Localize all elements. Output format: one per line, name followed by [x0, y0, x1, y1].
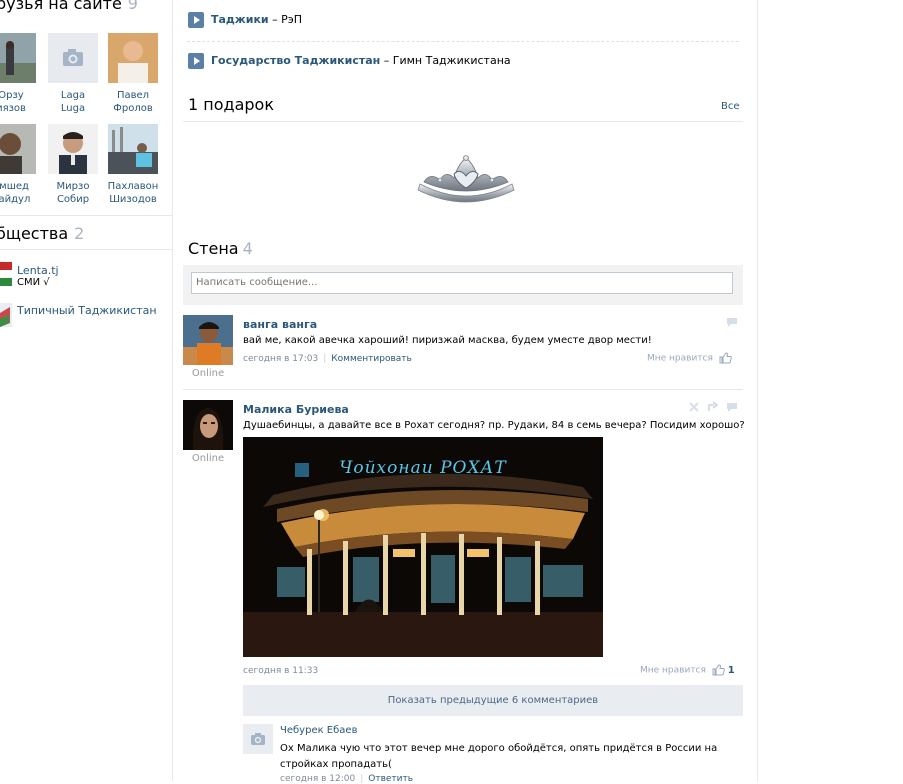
- share-icon[interactable]: [707, 401, 719, 412]
- tiara-icon[interactable]: [416, 150, 516, 210]
- friend-item[interactable]: Павел Фролов: [106, 33, 160, 115]
- comment-author[interactable]: Чебурек Ебаев: [280, 725, 357, 736]
- like-icon: [719, 352, 732, 364]
- reply-bubble-icon[interactable]: [726, 402, 738, 413]
- gifts-title[interactable]: 1 подарок: [188, 95, 274, 114]
- wall-count: 4: [242, 239, 253, 258]
- friends-online-count: 9: [127, 0, 138, 13]
- post-photo[interactable]: Чойхонаи РОХАТ: [243, 437, 603, 657]
- wall-post: Online ванга ванга вай ме, какой авечка …: [183, 315, 743, 385]
- lenta-logo-icon[interactable]: [0, 262, 12, 286]
- photo-sign-text: Чойхонаи РОХАТ: [339, 458, 507, 478]
- post-author[interactable]: ванга ванга: [243, 318, 317, 331]
- audio-title: Гимн Таджикистана: [392, 54, 511, 67]
- play-icon[interactable]: [188, 53, 204, 69]
- comment-link[interactable]: Комментировать: [331, 354, 412, 364]
- audio-title: РэП: [281, 13, 303, 26]
- friend-item[interactable]: Пахлавон Шизодов: [106, 124, 160, 206]
- like-button[interactable]: Мне нравится: [647, 352, 732, 364]
- avatar[interactable]: [108, 33, 158, 83]
- post-box: [183, 265, 743, 305]
- like-icon: [712, 664, 725, 676]
- post-text: Душаебинцы, а давайте все в Рохат сегодн…: [243, 420, 745, 431]
- audio-item[interactable]: Государство Таджикистан – Гимн Таджикист…: [188, 53, 511, 69]
- avatar[interactable]: [108, 124, 158, 174]
- post-text: вай ме, какой авечка хароший! пиризжай м…: [243, 335, 652, 346]
- column-divider: [172, 0, 173, 781]
- audio-artist[interactable]: Государство Таджикистан: [211, 54, 380, 67]
- camera-icon: [251, 733, 265, 745]
- community-item[interactable]: Типичный Таджикистан: [17, 304, 157, 317]
- comment-text: Ох Малика чую что этот вечер мне дорого …: [280, 743, 718, 770]
- divider: [187, 41, 739, 42]
- community-logo-icon[interactable]: [0, 303, 12, 327]
- communities-title[interactable]: бщества 2: [0, 224, 84, 243]
- divider: [0, 249, 172, 250]
- like-button[interactable]: Мне нравится 1: [640, 664, 735, 676]
- play-icon[interactable]: [188, 12, 204, 28]
- avatar[interactable]: [183, 315, 233, 365]
- friend-item[interactable]: амшед Байдул: [0, 124, 38, 206]
- post-author[interactable]: Малика Буриева: [243, 403, 349, 416]
- wall-title[interactable]: Стена 4: [188, 239, 253, 258]
- camera-placeholder-avatar[interactable]: [48, 33, 98, 83]
- like-count: 1: [727, 664, 735, 676]
- gifts-all-link[interactable]: Все: [721, 101, 740, 112]
- divider: [183, 389, 743, 390]
- communities-count: 2: [74, 224, 85, 243]
- friend-item[interactable]: Laga Luga: [46, 33, 100, 115]
- comment-meta: сегодня в 12:00 | Ответить: [280, 774, 414, 784]
- audio-artist[interactable]: Таджики: [211, 13, 269, 26]
- community-subtitle: СМИ √: [17, 277, 50, 288]
- post-input[interactable]: [191, 272, 733, 294]
- post-time[interactable]: сегодня в 17:03: [243, 354, 318, 364]
- community-item[interactable]: Lenta.tj СМИ √: [17, 264, 59, 288]
- audio-item[interactable]: Таджики – РэП: [188, 12, 302, 28]
- avatar[interactable]: [0, 33, 36, 83]
- avatar[interactable]: [183, 400, 233, 450]
- divider: [183, 121, 743, 122]
- avatar[interactable]: [243, 724, 273, 754]
- show-previous-comments-button[interactable]: Показать предыдущие 6 комментариев: [243, 685, 743, 716]
- reply-link[interactable]: Ответить: [368, 774, 413, 784]
- friend-item[interactable]: Орзу иязов: [0, 33, 38, 115]
- comment-time[interactable]: сегодня в 12:00: [280, 774, 355, 784]
- friends-online-title[interactable]: рузья на сайте 9: [0, 0, 138, 13]
- online-status: Online: [191, 368, 225, 379]
- page-border: [757, 0, 758, 781]
- friend-item[interactable]: Мирзо Собир: [46, 124, 100, 206]
- avatar[interactable]: [0, 124, 36, 174]
- divider: [0, 215, 172, 216]
- online-status: Online: [191, 453, 225, 464]
- reply-bubble-icon[interactable]: [726, 317, 738, 328]
- post-time[interactable]: сегодня в 11:33: [243, 666, 318, 676]
- avatar[interactable]: [48, 124, 98, 174]
- left-column: рузья на сайте9 Орзу иязов Laga Luga Пав…: [0, 0, 172, 781]
- post-meta: сегодня в 17:03 | Комментировать: [243, 354, 412, 364]
- close-icon[interactable]: [689, 402, 699, 412]
